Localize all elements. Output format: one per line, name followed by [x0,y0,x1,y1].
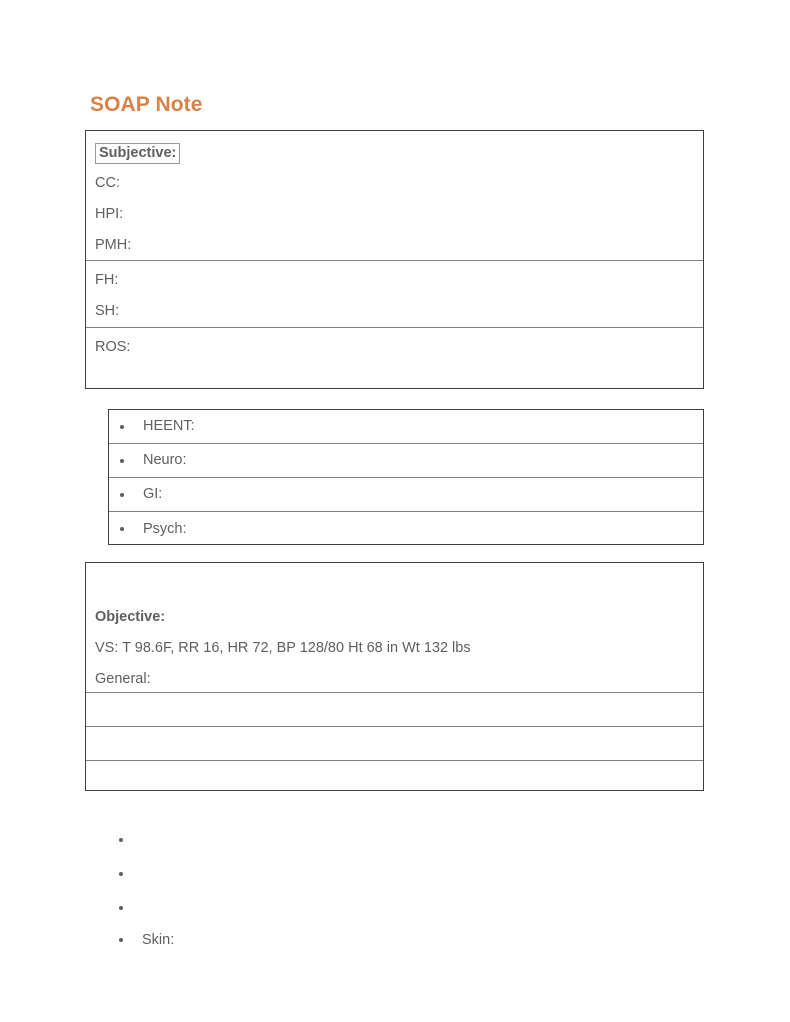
bullet-icon [119,838,123,842]
table-row[interactable]: FH: SH: [86,261,703,328]
field-label-heent: HEENT: [143,418,195,434]
vital-signs-text: VS: T 98.6F, RR 16, HR 72, BP 128/80 Ht … [95,640,471,656]
field-label-gi: GI: [143,486,163,502]
bullet-icon [119,938,123,942]
table-row[interactable] [86,727,703,761]
subjective-table: Subjective: CC: HPI: PMH: FH: SH: ROS: [85,130,704,389]
bullet-icon [120,492,124,497]
list-item[interactable] [108,823,508,857]
table-row[interactable]: GI: [109,478,703,512]
list-item[interactable]: Skin: [108,925,508,955]
bullet-icon [120,527,124,531]
list-item[interactable]: GI: [109,478,703,511]
field-label-ros: ROS: [95,339,131,355]
list-item[interactable] [108,891,508,925]
list-item[interactable]: HEENT: [109,410,703,443]
field-label-psych: Psych: [143,520,187,537]
bullet-icon [119,872,123,876]
systems-table: HEENT: Neuro: GI: Psych: [108,409,704,545]
field-label-sh: SH: [95,303,120,319]
page-title: SOAP Note [90,93,203,116]
soap-note-page: SOAP Note Subjective: CC: HPI: PMH: FH: … [0,0,790,1022]
objective-heading: Objective: [95,609,166,625]
bullet-icon [120,424,124,429]
field-label-neuro: Neuro: [143,452,187,468]
bullet-icon [120,458,124,463]
field-label-fh: FH: [95,272,119,288]
field-label-general: General: [95,671,151,687]
table-row[interactable]: Objective: VS: T 98.6F, RR 16, HR 72, BP… [86,563,703,693]
table-row[interactable]: ROS: [86,328,703,388]
table-row[interactable]: Neuro: [109,444,703,478]
table-row[interactable] [86,761,703,792]
table-row[interactable]: Psych: [109,512,703,546]
table-row[interactable]: HEENT: [109,410,703,444]
field-label-pmh: PMH: [95,237,132,253]
list-item[interactable]: Neuro: [109,444,703,477]
field-label-hpi: HPI: [95,206,124,222]
table-row[interactable] [86,693,703,727]
table-row[interactable]: Subjective: CC: HPI: PMH: [86,131,703,261]
bullet-icon [119,906,123,910]
subjective-heading: Subjective: [95,143,181,164]
objective-table: Objective: VS: T 98.6F, RR 16, HR 72, BP… [85,562,704,791]
field-label-skin: Skin: [142,931,175,948]
list-item[interactable]: Psych: [109,512,703,546]
exam-bullet-list: Skin: [108,823,508,955]
list-item[interactable] [108,857,508,891]
field-label-cc: CC: [95,175,120,191]
